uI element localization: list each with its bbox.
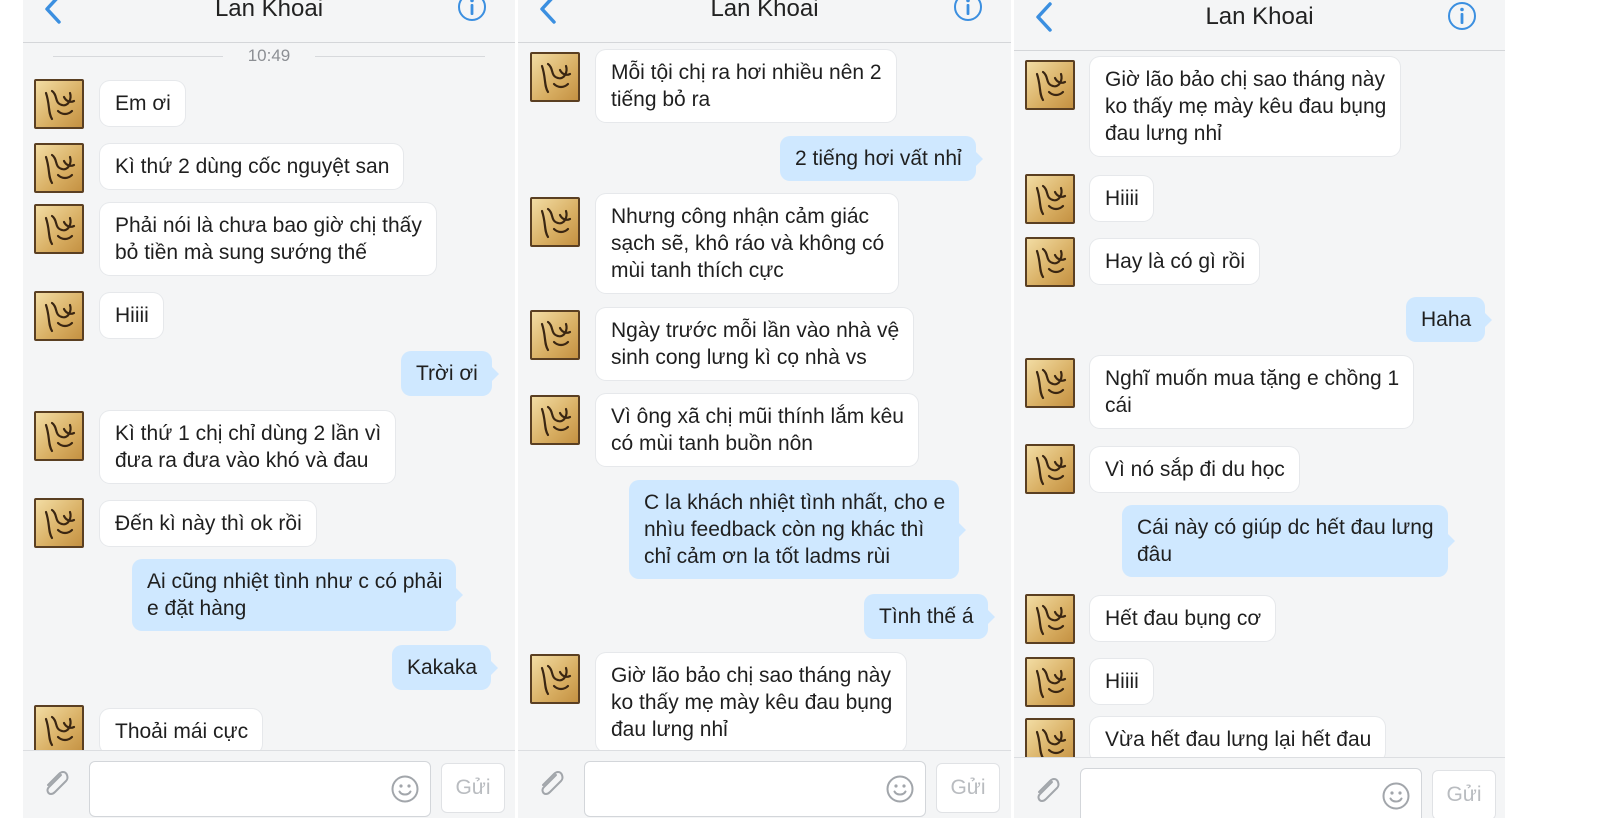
send-button[interactable]: Gửi <box>1432 770 1496 818</box>
info-icon[interactable] <box>953 0 983 22</box>
message-input[interactable] <box>584 761 926 817</box>
message-incoming: Kì thứ 2 dùng cốc nguyệt san <box>100 144 404 189</box>
message-outgoing: Cái này có giúp dc hết đau lưng đâu <box>1122 505 1455 577</box>
message-input[interactable] <box>1080 768 1422 818</box>
avatar[interactable] <box>1025 358 1075 408</box>
message-outgoing: C la khách nhiệt tình nhất, cho e nhìu fe… <box>629 480 967 579</box>
avatar[interactable] <box>530 52 580 102</box>
send-button[interactable]: Gửi <box>441 763 505 813</box>
attach-icon[interactable] <box>39 767 73 801</box>
message-outgoing: Tình thế á <box>864 594 995 639</box>
avatar[interactable] <box>1025 237 1075 287</box>
avatar[interactable] <box>530 197 580 247</box>
avatar[interactable] <box>34 79 84 129</box>
message-incoming: Vì nó sắp đi du học <box>1090 447 1299 492</box>
chat-header: Lan Khoai <box>518 0 1011 43</box>
chat-header: Lan Khoai <box>1014 0 1505 51</box>
send-button[interactable]: Gửi <box>936 763 1000 813</box>
message-outgoing: Haha <box>1406 297 1493 342</box>
message-incoming: Hiiii <box>1090 659 1153 704</box>
message-incoming: Giờ lão bảo chị sao tháng này ko thấy mẹ … <box>596 653 907 752</box>
avatar[interactable] <box>530 310 580 360</box>
message-incoming: Hiiii <box>1090 176 1153 221</box>
message-incoming: Em ơi <box>100 81 185 126</box>
message-incoming: Vì ông xã chị mũi thính lắm kêu có mùi ta… <box>596 394 918 466</box>
message-incoming: Ngày trước mỗi lần vào nhà vệ sinh cong l… <box>596 308 914 380</box>
message-incoming: Giờ lão bảo chị sao tháng này ko thấy mẹ … <box>1090 57 1401 156</box>
message-incoming: Hết đau bụng cơ <box>1090 596 1276 641</box>
avatar[interactable] <box>34 498 84 548</box>
chat-title: Lan Khoai <box>710 0 819 22</box>
message-outgoing: 2 tiếng hơi vất nhỉ <box>780 136 983 181</box>
avatar[interactable] <box>34 411 84 461</box>
message-incoming: Nhưng công nhận cảm giác sạch sẽ, khô ráo… <box>596 194 899 293</box>
info-icon[interactable] <box>1447 1 1477 31</box>
avatar[interactable] <box>34 705 84 755</box>
emoji-icon[interactable] <box>1381 781 1411 811</box>
attach-icon[interactable] <box>534 767 568 801</box>
chat-header: Lan Khoai <box>23 0 515 43</box>
avatar[interactable] <box>1025 444 1075 494</box>
chat-panel-3: Lan Khoai Giờ lão bảo chị sao tháng này k… <box>1014 0 1505 818</box>
avatar[interactable] <box>1025 174 1075 224</box>
avatar[interactable] <box>1025 657 1075 707</box>
message-incoming: Đến kì này thì ok rồi <box>100 501 316 546</box>
message-incoming: Kì thứ 1 chị chỉ dùng 2 lần vì đưa ra đưa… <box>100 411 396 483</box>
composer: Gửi <box>23 750 515 818</box>
avatar[interactable] <box>34 291 84 341</box>
message-incoming: Hay là có gì rồi <box>1090 239 1260 284</box>
message-incoming: Phải nói là chưa bao giờ chị thấy bỏ tiền… <box>100 203 436 275</box>
emoji-icon[interactable] <box>390 774 420 804</box>
timestamp: 10:49 <box>247 46 291 65</box>
message-incoming: Nghĩ muốn mua tặng e chồng 1 cái <box>1090 356 1414 428</box>
avatar[interactable] <box>530 654 580 704</box>
time-divider: 10:49 <box>23 46 515 66</box>
message-outgoing: Kakaka <box>392 645 499 690</box>
message-input[interactable] <box>89 761 431 817</box>
attach-icon[interactable] <box>1030 774 1064 808</box>
message-incoming: Thoải mái cực <box>100 709 263 754</box>
chat-title: Lan Khoai <box>1205 3 1314 30</box>
chat-title: Lan Khoai <box>214 0 324 22</box>
chat-panel-2: Lan Khoai Mỗi tội chị ra hơi nhiều nên 2… <box>518 0 1011 818</box>
info-icon[interactable] <box>457 0 487 22</box>
avatar[interactable] <box>1025 60 1075 110</box>
avatar[interactable] <box>34 204 84 254</box>
composer: Gửi <box>518 750 1011 818</box>
emoji-icon[interactable] <box>885 774 915 804</box>
avatar[interactable] <box>1025 594 1075 644</box>
message-incoming: Vừa hết đau lưng lại hết đau <box>1090 717 1386 762</box>
message-outgoing: Ai cũng nhiệt tình như c có phải e đặt hà… <box>132 559 464 631</box>
avatar[interactable] <box>34 143 84 193</box>
avatar[interactable] <box>530 395 580 445</box>
message-incoming: Hiiii <box>100 293 163 338</box>
message-incoming: Mỗi tội chị ra hơi nhiều nên 2 tiếng bỏ r… <box>596 50 896 122</box>
message-outgoing: Trời ơi <box>401 351 499 396</box>
chat-panel-1: Lan Khoai 10:49 Em ơi Kì thứ 2 dùng cốc … <box>23 0 515 818</box>
composer: Gửi <box>1014 757 1505 818</box>
